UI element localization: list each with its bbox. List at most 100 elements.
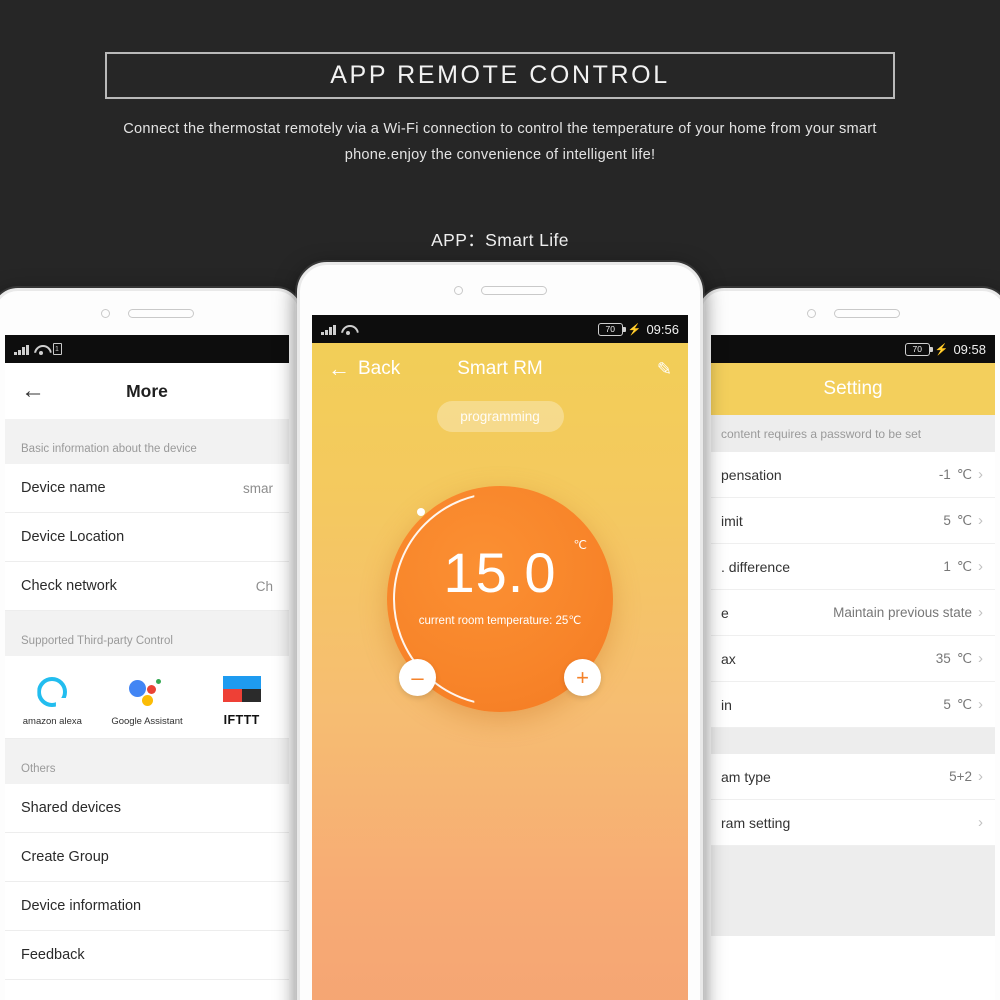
- right-bottom-spacer: [711, 846, 995, 936]
- row-value: smar: [243, 480, 273, 496]
- table-row[interactable]: am type 5+2 ›: [711, 754, 995, 800]
- right-appbar-title: Setting: [823, 378, 883, 399]
- decrease-temperature-button[interactable]: –: [399, 659, 436, 696]
- list-item[interactable]: Device information: [5, 882, 289, 931]
- left-statusbar: 1: [5, 335, 289, 363]
- mode-pill-programming[interactable]: programming: [436, 401, 564, 432]
- speaker-icon: [833, 308, 900, 318]
- row-label: imit: [721, 512, 743, 529]
- increase-temperature-button[interactable]: +: [564, 659, 601, 696]
- list-item[interactable]: Feedback: [5, 931, 289, 980]
- thirdparty-label: Google Assistant: [111, 716, 183, 727]
- back-arrow-icon: ←: [328, 356, 350, 381]
- phone-center: 70 ⚡ 09:56 ← Back Smart RM ✎ programming: [297, 262, 703, 1000]
- speaker-icon: [127, 308, 194, 318]
- left-section-basic-header: Basic information about the device: [5, 439, 289, 464]
- thirdparty-label: IFTTT: [223, 713, 260, 727]
- row-value: 1: [943, 559, 951, 574]
- chevron-right-icon: ›: [978, 466, 983, 483]
- list-item[interactable]: Device name smar: [5, 464, 289, 513]
- center-statusbar-left: [321, 324, 355, 335]
- row-unit: ℃: [956, 558, 972, 574]
- thirdparty-amazon-alexa[interactable]: amazon alexa: [9, 672, 95, 727]
- phone-left-screen: 1 ← More Basic information about the dev…: [5, 335, 289, 1000]
- row-value-group: 5 ℃ ›: [943, 512, 983, 529]
- row-label: Device name: [21, 480, 106, 496]
- page-title-box: APP REMOTE CONTROL: [105, 52, 895, 99]
- speaker-icon: [480, 285, 547, 295]
- table-row[interactable]: ram setting ›: [711, 800, 995, 846]
- left-section-spacer-3: [5, 739, 289, 759]
- row-value: 5: [943, 513, 951, 528]
- thirdparty-google-assistant[interactable]: Google Assistant: [104, 672, 190, 727]
- table-row[interactable]: e Maintain previous state ›: [711, 590, 995, 636]
- phone-right: 70 ⚡ 09:58 Setting content requires a pa…: [698, 288, 1000, 1000]
- list-item[interactable]: Shared devices: [5, 784, 289, 833]
- back-button[interactable]: ← Back: [328, 358, 400, 380]
- right-section-spacer: [711, 728, 995, 754]
- row-value: Ch: [255, 578, 273, 594]
- row-value: 5: [943, 697, 951, 712]
- list-item[interactable]: Check network Ch: [5, 562, 289, 611]
- sim-icon: 1: [52, 343, 62, 355]
- row-label: Check network: [21, 578, 117, 594]
- row-label: pensation: [721, 466, 782, 483]
- list-item[interactable]: Create Group: [5, 833, 289, 882]
- row-unit: ℃: [956, 466, 972, 482]
- battery-icon: 70: [904, 342, 933, 356]
- row-value-group: 1 ℃ ›: [943, 558, 983, 575]
- left-appbar-title: More: [126, 380, 168, 401]
- table-row[interactable]: imit 5 ℃ ›: [711, 498, 995, 544]
- right-statusbar: 70 ⚡ 09:58: [711, 335, 995, 363]
- row-label: Shared devices: [21, 800, 121, 816]
- wifi-icon: [34, 344, 48, 355]
- chevron-right-icon: ›: [978, 512, 983, 529]
- row-label: ram setting: [721, 814, 791, 831]
- row-label: e: [721, 604, 729, 621]
- phone-center-screen: 70 ⚡ 09:56 ← Back Smart RM ✎ programming: [312, 315, 688, 1000]
- thirdparty-row: amazon alexa Google Assistant IFTTT: [5, 656, 289, 739]
- edit-pencil-icon[interactable]: ✎: [657, 359, 672, 380]
- left-section-others-header: Others: [5, 759, 289, 784]
- temperature-unit: ℃: [573, 538, 587, 552]
- right-statusbar-right: 70 ⚡ 09:58: [904, 342, 986, 357]
- right-password-note: content requires a password to be set: [711, 415, 995, 452]
- charging-bolt-icon: ⚡: [934, 343, 949, 356]
- row-label: Create Group: [21, 849, 109, 865]
- table-row[interactable]: . difference 1 ℃ ›: [711, 544, 995, 590]
- camera-icon: [453, 285, 463, 295]
- list-item[interactable]: Device Location: [5, 513, 289, 562]
- phone-center-notch: [300, 265, 700, 315]
- dial-knob-icon[interactable]: [417, 508, 425, 516]
- page-title: APP REMOTE CONTROL: [330, 61, 670, 89]
- thirdparty-ifttt[interactable]: IFTTT: [199, 669, 285, 727]
- chevron-right-icon: ›: [978, 604, 983, 621]
- table-row[interactable]: in 5 ℃ ›: [711, 682, 995, 728]
- left-section-thirdparty-header: Supported Third-party Control: [5, 631, 289, 656]
- row-value: 5+2: [949, 769, 972, 784]
- thirdparty-label: amazon alexa: [22, 716, 82, 727]
- row-label: ax: [721, 650, 736, 667]
- row-label: in: [721, 696, 732, 713]
- signal-icon: [321, 324, 336, 335]
- page-subtitle: Connect the thermostat remotely via a Wi…: [123, 121, 877, 163]
- table-row[interactable]: ax 35 ℃ ›: [711, 636, 995, 682]
- row-value-group: 5 ℃ ›: [943, 696, 983, 713]
- row-unit: ℃: [956, 650, 972, 666]
- back-label: Back: [358, 358, 401, 379]
- thermostat-dial[interactable]: 15.0 ℃ current room temperature: 25℃ – +: [387, 486, 613, 712]
- page-root: APP REMOTE CONTROL Connect the thermosta…: [0, 0, 1000, 1000]
- battery-icon: 70: [597, 322, 626, 336]
- row-unit: ℃: [956, 512, 972, 528]
- center-statusbar: 70 ⚡ 09:56: [312, 315, 688, 343]
- row-label: Device Location: [21, 529, 125, 545]
- signal-icon: [14, 344, 29, 355]
- chevron-right-icon: ›: [978, 650, 983, 667]
- left-statusbar-left: 1: [14, 343, 62, 355]
- center-appbar: ← Back Smart RM ✎: [312, 343, 688, 395]
- left-appbar: ← More: [5, 363, 289, 419]
- chevron-right-icon: ›: [978, 696, 983, 713]
- ifttt-icon: [199, 669, 285, 709]
- table-row[interactable]: pensation -1 ℃ ›: [711, 452, 995, 498]
- right-appbar: Setting: [711, 363, 995, 415]
